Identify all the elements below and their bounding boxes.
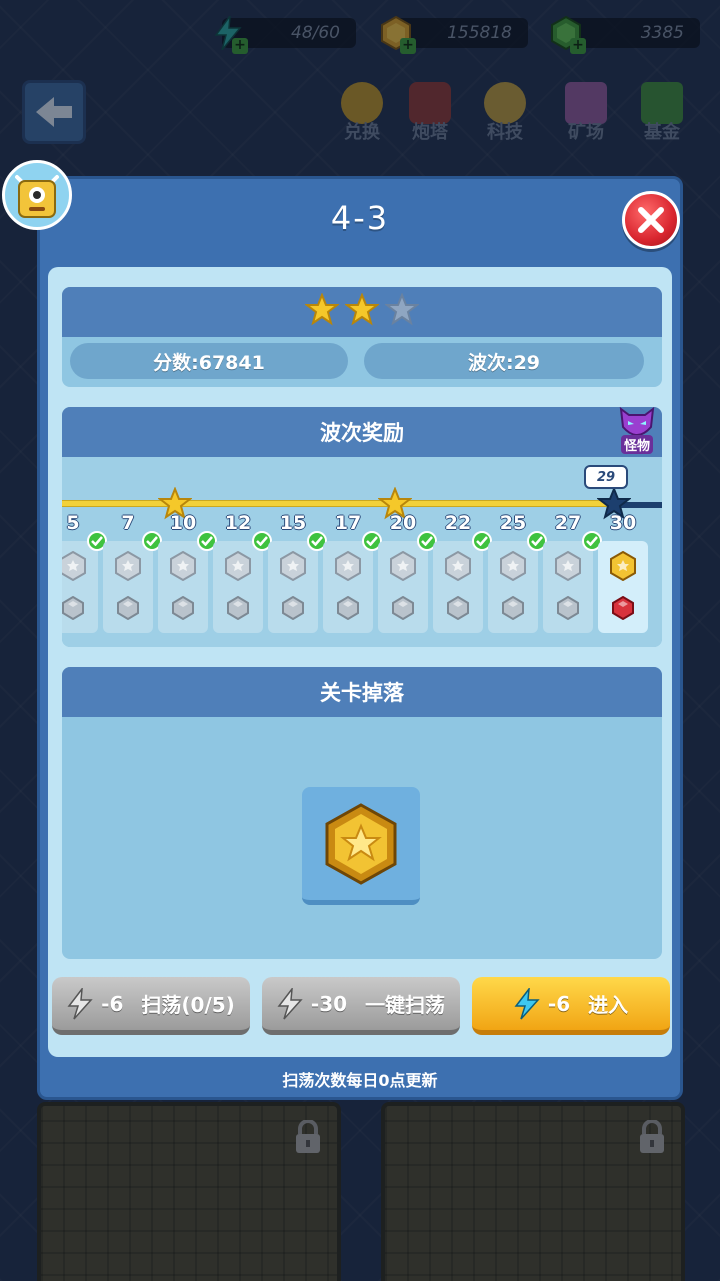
wave-reward-column[interactable]: 7 [103, 512, 162, 633]
coin-reward-icon [610, 551, 636, 581]
coin-reward-icon [280, 551, 306, 581]
star-empty-icon [384, 291, 420, 332]
monster-badge[interactable]: 怪物 [614, 407, 660, 457]
current-wave-marker: 29 [584, 465, 628, 489]
sweep-refresh-hint: 扫荡次数每日0点更新 [282, 1071, 438, 1090]
enter-button[interactable]: -6 进入 [472, 977, 670, 1035]
wave-reward-column[interactable]: 25 [488, 512, 547, 633]
enter-cost: -6 [547, 991, 571, 1016]
sweep-label: 扫荡(0/5) [141, 993, 235, 1017]
wave-reward-column[interactable]: 27 [543, 512, 602, 633]
score-pill: 分数:67841 [70, 343, 348, 379]
wave-number: 22 [444, 512, 472, 534]
drop-item[interactable] [302, 787, 420, 905]
sweep-cost: -6 [101, 991, 124, 1016]
gem-reward-icon [447, 596, 469, 620]
wave-reward-column[interactable]: 22 [433, 512, 492, 633]
wave-reward-column[interactable]: 12 [213, 512, 272, 633]
drop-section: 关卡掉落 [62, 667, 662, 959]
gem-reward-icon [117, 596, 139, 620]
gem-reward-icon [282, 596, 304, 620]
gem-reward-icon [62, 596, 84, 620]
drop-title: 关卡掉落 [62, 667, 662, 717]
gem-reward-icon [227, 596, 249, 620]
wave-reward-column[interactable]: 10 [158, 512, 217, 633]
sweep-all-label: 一键扫荡 [365, 993, 446, 1017]
coin-reward-icon [390, 551, 416, 581]
dialog-body: 分数:67841 波次:29 波次奖励 怪物 29 5 7 10 12 15 17 20 22… [48, 267, 672, 1057]
wave-number: 10 [169, 512, 197, 534]
wave-reward-column[interactable]: 30 [598, 512, 648, 633]
stars-row [62, 287, 662, 337]
star-filled-icon [344, 291, 380, 332]
wave-number: 17 [334, 512, 362, 534]
wave-reward-title: 波次奖励 [62, 407, 662, 457]
level-title: 4-3 [330, 199, 390, 237]
star-filled-icon [304, 291, 340, 332]
wave-number: 25 [499, 512, 527, 534]
gem-reward-icon [612, 596, 634, 620]
coin-reward-icon [555, 551, 581, 581]
wave-number: 12 [224, 512, 252, 534]
level-dialog: 4-3 分数:67841 波次:29 波次奖励 怪物 29 5 7 10 12 … [37, 176, 683, 1100]
wave-number: 20 [389, 512, 417, 534]
wave-reward-column[interactable]: 20 [378, 512, 437, 633]
coin-reward-icon [500, 551, 526, 581]
wave-reward-column[interactable]: 17 [323, 512, 382, 633]
sweep-all-button[interactable]: -30 一键扫荡 [262, 977, 460, 1035]
coin-reward-icon [115, 551, 141, 581]
wave-progress-fill [62, 500, 610, 507]
gem-reward-icon [392, 596, 414, 620]
wave-reward-column[interactable]: 5 [62, 512, 107, 633]
energy-bolt-icon [514, 987, 540, 1020]
wave-number: 7 [121, 512, 135, 534]
energy-bolt-icon [67, 987, 93, 1020]
coin-reward-icon [225, 551, 251, 581]
monster-label: 怪物 [620, 435, 653, 454]
wave-reward-section: 波次奖励 怪物 29 5 7 10 12 15 17 20 22 25 27 30 [62, 407, 662, 647]
gold-coin-icon [325, 802, 397, 885]
coin-reward-icon [170, 551, 196, 581]
coin-reward-icon [335, 551, 361, 581]
wave-number: 30 [609, 512, 637, 534]
player-avatar[interactable] [2, 160, 72, 230]
wave-reward-column[interactable]: 15 [268, 512, 327, 633]
gem-reward-icon [502, 596, 524, 620]
close-icon [638, 207, 664, 233]
coin-reward-icon [445, 551, 471, 581]
gem-reward-icon [172, 596, 194, 620]
coin-reward-icon [62, 551, 86, 581]
wave-pill: 波次:29 [364, 343, 644, 379]
sweep-button[interactable]: -6 扫荡(0/5) [52, 977, 250, 1035]
wave-number: 15 [279, 512, 307, 534]
score-section: 分数:67841 波次:29 [62, 287, 662, 387]
gem-reward-icon [337, 596, 359, 620]
star-rating [304, 291, 420, 332]
gem-reward-icon [557, 596, 579, 620]
enter-label: 进入 [588, 993, 629, 1017]
energy-bolt-icon [277, 987, 303, 1020]
sweep-all-cost: -30 [310, 991, 348, 1016]
wave-number: 27 [554, 512, 582, 534]
monster-avatar-icon [15, 175, 59, 218]
close-button[interactable] [622, 191, 680, 249]
wave-track: 29 5 7 10 12 15 17 20 22 25 27 30 [62, 457, 662, 647]
